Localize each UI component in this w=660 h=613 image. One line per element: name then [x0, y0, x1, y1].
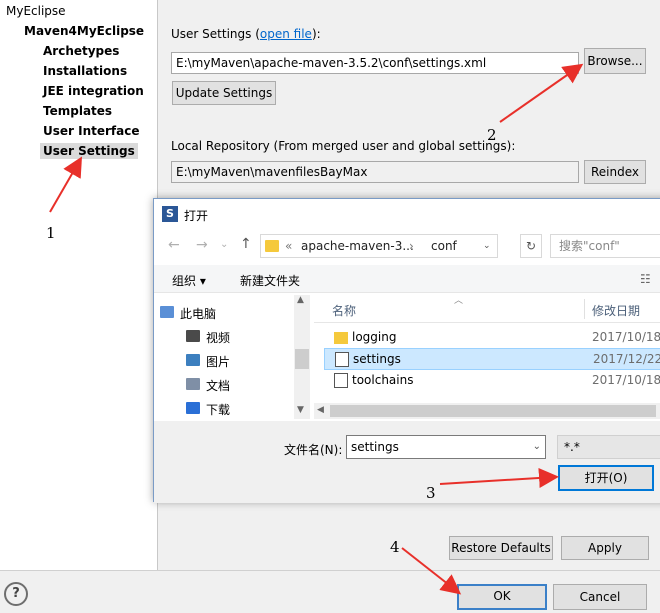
breadcrumb-apache-maven[interactable]: apache-maven-3... [301, 239, 414, 253]
computer-icon [160, 306, 174, 318]
file-row-toolchains[interactable]: toolchains 2017/10/18, [324, 370, 660, 392]
dialog-toolbar: 组织 ▾ 新建文件夹 ☷ [154, 265, 660, 293]
breadcrumb-separator: › [409, 239, 414, 253]
file-list: 名称 ︿ 修改日期 logging 2017/10/18, settings 2… [314, 295, 660, 419]
up-arrow-icon[interactable]: ↑ [240, 236, 252, 252]
refresh-icon[interactable]: ↻ [520, 234, 542, 258]
user-settings-label: User Settings (open file): [171, 27, 321, 41]
breadcrumb-overflow[interactable]: « [285, 239, 292, 253]
document-icon [186, 378, 200, 390]
preferences-tree: MyEclipse Maven4MyEclipse Archetypes Ins… [0, 0, 158, 570]
scroll-left-icon[interactable]: ◀ [317, 405, 324, 415]
scroll-down-icon[interactable]: ▼ [297, 405, 304, 415]
folder-icon [265, 240, 279, 252]
column-separator [584, 299, 585, 319]
nav-item-documents[interactable]: 文档 [186, 377, 230, 394]
nav-item-pictures[interactable]: 图片 [186, 353, 230, 370]
open-button[interactable]: 打开(O) [558, 465, 654, 491]
dialog-title: 打开 [184, 209, 209, 223]
address-dropdown-icon[interactable]: ⌄ [483, 241, 491, 251]
tree-item-user-settings[interactable]: User Settings [40, 143, 138, 159]
nav-item-downloads[interactable]: 下载 [186, 401, 230, 418]
footer-separator [0, 570, 660, 571]
sort-arrow-icon: ︿ [454, 296, 464, 306]
dialog-bottom-area: 文件名(N): settings ⌄ *.* 打开(O) [154, 421, 660, 503]
download-icon [186, 402, 200, 414]
tree-item-archetypes[interactable]: Archetypes [43, 44, 119, 58]
file-list-horizontal-scrollbar[interactable]: ◀ [314, 403, 660, 419]
tree-item-jee-integration[interactable]: JEE integration [43, 84, 144, 98]
annotation-3: 3 [426, 484, 436, 502]
update-settings-button[interactable]: Update Settings [172, 81, 276, 105]
tree-item-user-interface[interactable]: User Interface [43, 124, 140, 138]
organize-button[interactable]: 组织 ▾ [172, 272, 206, 289]
tree-item-myeclipse[interactable]: MyEclipse [6, 4, 66, 18]
annotation-2: 2 [487, 126, 497, 144]
horizontal-scroll-thumb[interactable] [330, 405, 656, 417]
annotation-arrow-2 [499, 63, 584, 123]
view-options-icon[interactable]: ☷ [640, 272, 651, 286]
breadcrumb-conf[interactable]: conf [431, 239, 457, 253]
user-settings-path-field[interactable]: E:\myMaven\apache-maven-3.5.2\conf\setti… [171, 52, 579, 74]
app-icon: S [162, 206, 178, 222]
cancel-button[interactable]: Cancel [553, 584, 647, 610]
address-bar[interactable]: « apache-maven-3... › conf ⌄ [260, 234, 498, 258]
nav-scroll-thumb[interactable] [295, 349, 309, 369]
annotation-1: 1 [46, 224, 56, 242]
recent-locations-icon[interactable]: ⌄ [220, 239, 228, 250]
xml-file-icon [335, 352, 349, 367]
tree-item-templates[interactable]: Templates [43, 104, 112, 118]
file-list-header: 名称 ︿ 修改日期 [314, 295, 660, 323]
picture-icon [186, 354, 200, 366]
column-name[interactable]: 名称 [332, 302, 356, 319]
nav-item-videos[interactable]: 视频 [186, 329, 230, 346]
file-row-logging[interactable]: logging 2017/10/18, [324, 327, 660, 349]
folder-icon [334, 332, 348, 344]
filename-input[interactable]: settings ⌄ [346, 435, 546, 459]
apply-button[interactable]: Apply [561, 536, 649, 560]
navigation-pane: 此电脑 视频 图片 文档 下载 ▲ ▼ [154, 295, 310, 419]
forward-arrow-icon[interactable]: → [196, 237, 208, 253]
column-date-modified[interactable]: 修改日期 [592, 302, 640, 319]
xml-file-icon [334, 373, 348, 388]
tree-item-maven4myeclipse[interactable]: Maven4MyEclipse [24, 24, 144, 38]
new-folder-button[interactable]: 新建文件夹 [240, 272, 300, 289]
filename-label: 文件名(N): [284, 443, 343, 457]
open-file-dialog: S 打开 ← → ⌄ ↑ « apache-maven-3... › conf … [153, 198, 660, 503]
back-arrow-icon[interactable]: ← [168, 237, 180, 253]
open-file-link[interactable]: open file [260, 27, 312, 41]
browse-button[interactable]: Browse... [584, 48, 646, 74]
restore-defaults-button[interactable]: Restore Defaults [449, 536, 553, 560]
chevron-down-icon[interactable]: ⌄ [533, 436, 541, 458]
local-repository-label: Local Repository (From merged user and g… [171, 139, 516, 153]
video-icon [186, 330, 200, 342]
local-repository-field: E:\myMaven\mavenfilesBayMax [171, 161, 579, 183]
help-icon[interactable]: ? [4, 582, 28, 606]
tree-item-installations[interactable]: Installations [43, 64, 127, 78]
nav-item-this-pc[interactable]: 此电脑 [160, 305, 216, 322]
filetype-select[interactable]: *.* [557, 435, 660, 459]
ok-button[interactable]: OK [457, 584, 547, 610]
scroll-up-icon[interactable]: ▲ [297, 295, 304, 305]
nav-scrollbar[interactable]: ▲ ▼ [294, 295, 310, 419]
annotation-4: 4 [390, 538, 400, 556]
file-row-settings[interactable]: settings 2017/12/22, [324, 348, 660, 370]
search-input[interactable]: 搜索"conf" [550, 234, 660, 258]
reindex-button[interactable]: Reindex [584, 160, 646, 184]
